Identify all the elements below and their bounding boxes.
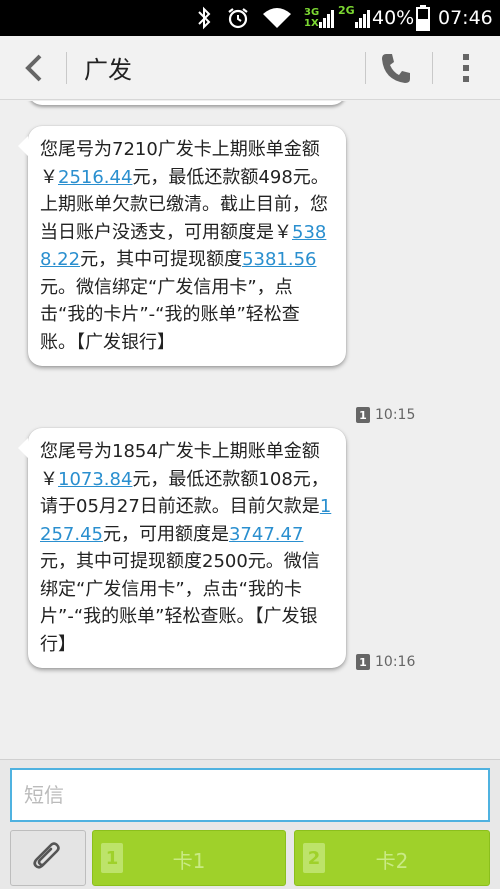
message-text-segment: 元，其中可提现额度2500元。微信绑定“广发信用卡”，点击“我的卡片”-“我的账…: [40, 551, 320, 655]
conversation-title: 广发: [84, 56, 132, 84]
message-bubble[interactable]: 您尾号为7210广发卡上期账单金额￥2516.44元，最低还款额498元。上期账…: [18, 126, 346, 366]
network-type-2-label: 2G: [338, 4, 355, 17]
alarm-icon: [226, 0, 250, 36]
network-type-label: 3G: [304, 7, 320, 18]
battery-icon: [416, 0, 430, 36]
attach-button[interactable]: [10, 830, 86, 886]
bluetooth-icon: [196, 0, 212, 36]
clock-wrap: 07:46: [438, 0, 493, 36]
amount-link[interactable]: 5381.56: [242, 249, 316, 270]
status-bar: 3G 1X 2G 40% 07:46: [0, 0, 500, 36]
amount-link[interactable]: 2516.44: [58, 167, 132, 188]
message-time: 10:15: [375, 407, 416, 423]
paperclip-icon: [33, 842, 60, 869]
phone-icon[interactable]: [378, 50, 414, 86]
message-bubble[interactable]: 您尾号为1854广发卡上期账单金额￥1073.84元，最低还款额108元，请于0…: [18, 428, 346, 668]
amount-link[interactable]: 3747.47: [229, 524, 303, 545]
back-arrow-icon[interactable]: [14, 48, 54, 88]
sim-badge: 1: [356, 407, 370, 423]
sim-badge: 1: [356, 654, 370, 670]
message-time: 10:16: [375, 654, 416, 670]
action-bar: 广发: [0, 36, 500, 100]
message-text-segment: 元，可用额度是: [102, 523, 229, 545]
signal-2-indicator: 2G: [338, 0, 371, 36]
overflow-menu-icon[interactable]: [452, 50, 480, 86]
message-text: 您尾号为1854广发卡上期账单金额￥1073.84元，最低还款额108元，请于0…: [40, 438, 334, 658]
previous-message-bubble: [28, 101, 346, 105]
divider: [365, 52, 366, 84]
wifi-icon: [262, 0, 292, 36]
send-sim2-label: 卡2: [375, 849, 409, 873]
divider: [66, 52, 67, 84]
message-meta: 1 10:16: [356, 654, 415, 670]
divider: [432, 52, 433, 84]
network-type-sub-label: 1X: [304, 18, 319, 29]
message-meta: 1 10:15: [356, 407, 415, 423]
status-time: 07:46: [438, 7, 493, 29]
message-text-segment: 元，其中可提现额度: [80, 249, 243, 270]
signal-bars-icon: [319, 10, 335, 28]
signal-1-indicator: 3G 1X: [304, 0, 335, 36]
send-sim1-label: 卡1: [172, 849, 206, 873]
conversation-list[interactable]: 您尾号为7210广发卡上期账单金额￥2516.44元，最低还款额498元。上期账…: [0, 101, 500, 759]
battery-percent: 40%: [372, 7, 415, 29]
sms-input[interactable]: [10, 768, 490, 822]
send-sim1-button[interactable]: 1 卡1: [92, 830, 286, 886]
message-text: 您尾号为7210广发卡上期账单金额￥2516.44元，最低还款额498元。上期账…: [40, 136, 334, 356]
compose-bar: 1 卡1 2 卡2: [0, 759, 500, 889]
send-sim2-button[interactable]: 2 卡2: [294, 830, 490, 886]
signal-bars-icon: [354, 10, 370, 28]
message-text-segment: 元。微信绑定“广发信用卡”，点击“我的卡片”-“我的账单”轻松查账。【广发银行】: [40, 276, 300, 353]
battery-percent-wrap: 40%: [372, 0, 414, 36]
amount-link[interactable]: 1073.84: [58, 469, 132, 490]
